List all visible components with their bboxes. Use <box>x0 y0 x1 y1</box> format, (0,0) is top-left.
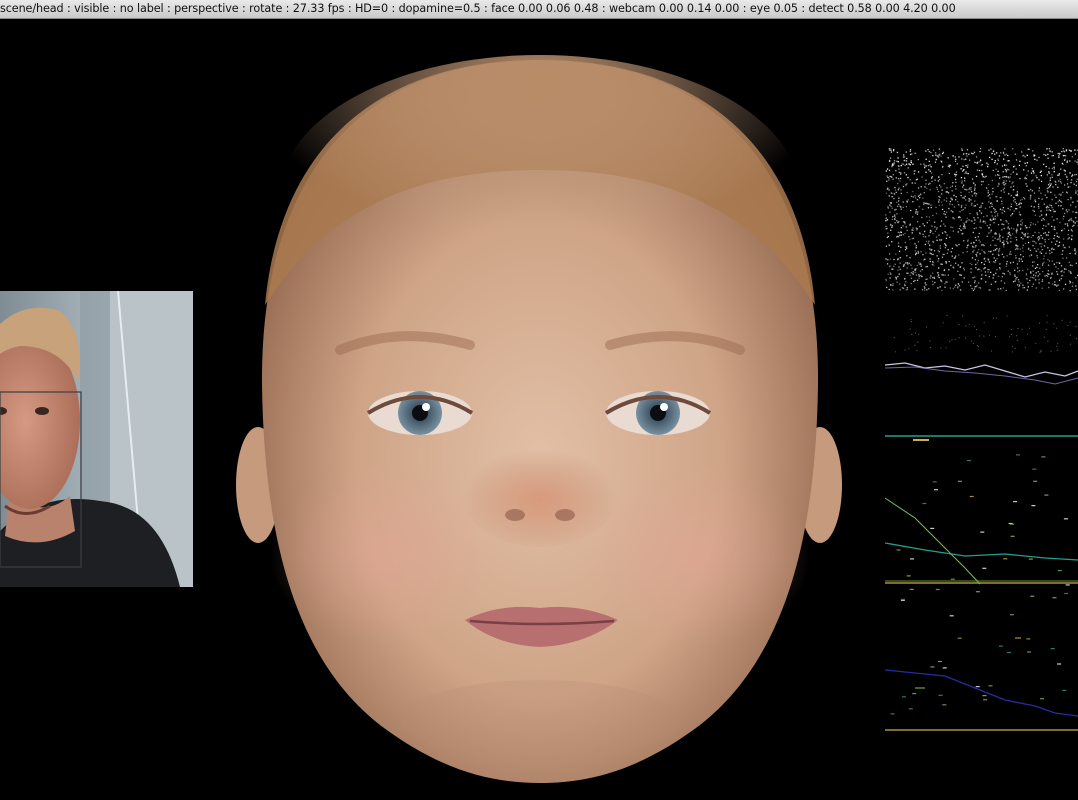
trace-plot-1 <box>885 362 1078 437</box>
baby-avatar <box>230 55 850 790</box>
scatter-dots <box>890 314 1078 715</box>
trace-plot-3 <box>885 637 1078 731</box>
plots-panel <box>885 148 1078 738</box>
status-bar: scene/head : visible : no label : perspe… <box>0 0 1078 19</box>
trace-plot-2 <box>885 439 1078 585</box>
status-text: scene/head : visible : no label : perspe… <box>0 2 956 15</box>
webcam-person-icon <box>0 291 193 587</box>
plots-icon <box>885 148 1078 731</box>
webcam-feed <box>0 291 193 587</box>
raster-plot-panel <box>885 148 1078 290</box>
baby-face-icon <box>236 55 842 783</box>
